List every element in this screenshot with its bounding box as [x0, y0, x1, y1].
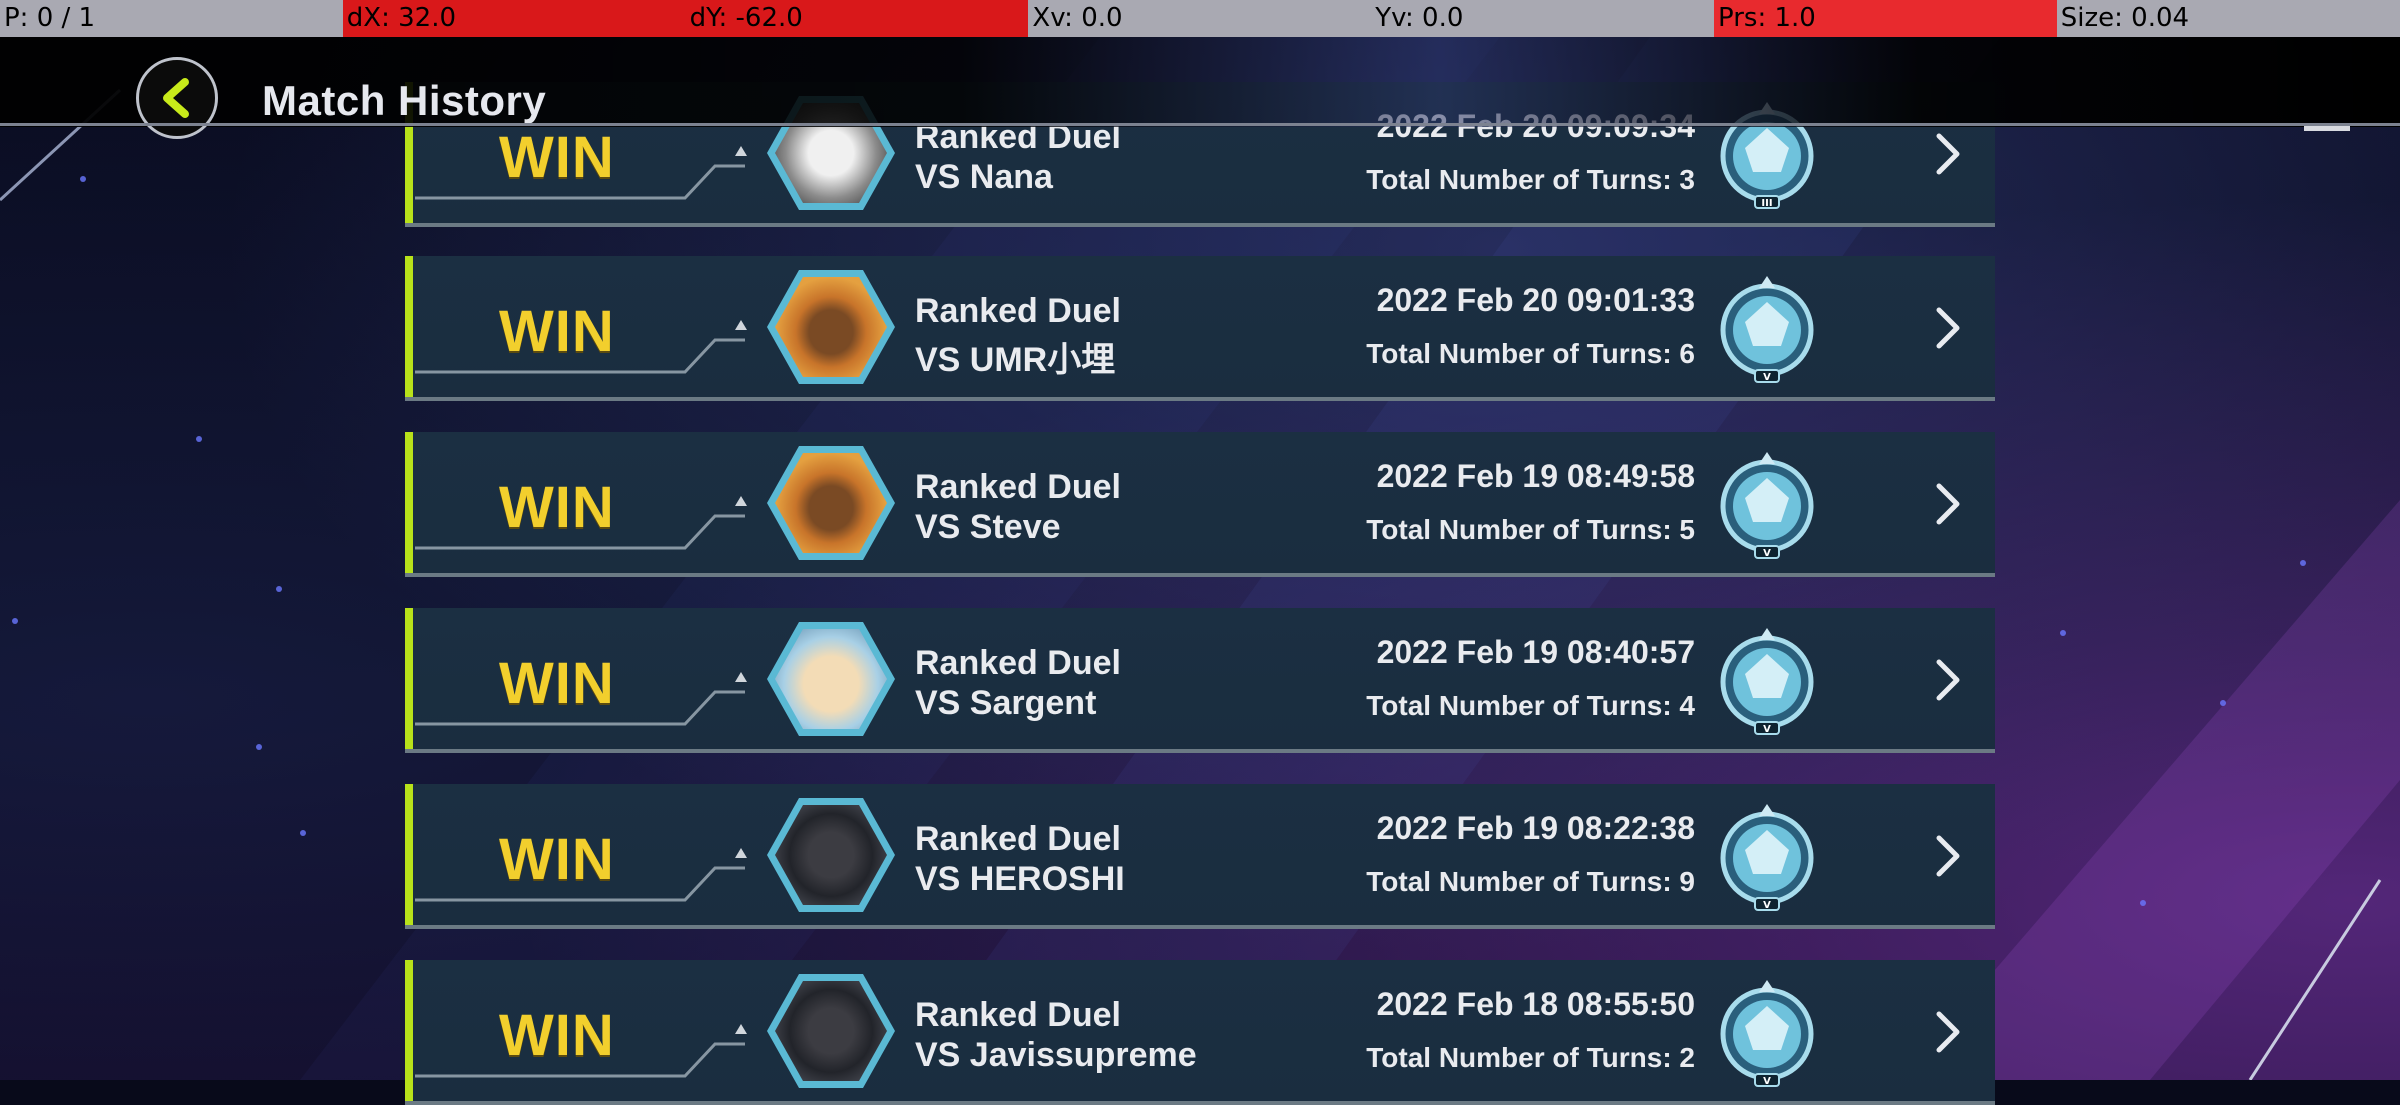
rank-label: V — [1763, 724, 1771, 735]
opponent-name: VS UMR小埋 — [915, 341, 1116, 379]
star — [196, 436, 202, 442]
star — [2300, 560, 2306, 566]
avatar-image — [775, 277, 887, 377]
rank-label: V — [1763, 548, 1771, 559]
match-date: 2022 Feb 18 08:55:50 — [1376, 986, 1695, 1022]
opponent-avatar — [767, 446, 895, 560]
avatar-image — [775, 981, 887, 1081]
match-list: WIN Ranked Duel VS Nana 2022 Feb 20 09:0… — [405, 0, 1995, 1105]
rank-label: III — [1761, 198, 1772, 209]
duel-mode: Ranked Duel — [915, 996, 1121, 1034]
star — [80, 176, 86, 182]
chevron-right-icon — [1936, 1011, 1960, 1053]
overlay-prs: Prs: 1.0 — [1713, 0, 2057, 37]
duel-mode: Ranked Duel — [915, 292, 1121, 330]
overlay-dx: dX: 32.0 — [342, 0, 686, 37]
result-underline-decoration — [415, 496, 747, 550]
turn-count: Total Number of Turns: 3 — [1366, 164, 1695, 195]
result-underline-decoration — [415, 1024, 747, 1078]
opponent-name: VS Sargent — [915, 684, 1097, 722]
star — [300, 830, 306, 836]
avatar-image — [775, 453, 887, 553]
back-button[interactable] — [136, 57, 218, 139]
star — [2140, 900, 2146, 906]
result-underline-decoration — [415, 146, 747, 200]
opponent-avatar — [767, 974, 895, 1088]
opponent-avatar — [767, 270, 895, 384]
opponent-name: VS Nana — [915, 158, 1053, 196]
star — [2060, 630, 2066, 636]
star — [2220, 700, 2226, 706]
turn-count: Total Number of Turns: 6 — [1366, 338, 1695, 369]
duel-mode: Ranked Duel — [915, 644, 1121, 682]
duel-mode: Ranked Duel — [915, 820, 1121, 858]
header-divider — [0, 123, 2400, 126]
star — [256, 744, 262, 750]
chevron-right-icon — [1936, 307, 1960, 349]
match-row[interactable]: WIN Ranked Duel VS UMR小埋 2022 Feb 20 09:… — [405, 256, 1995, 401]
turn-count: Total Number of Turns: 4 — [1366, 690, 1695, 721]
rank-badge-icon: V — [1720, 804, 1814, 911]
turn-count: Total Number of Turns: 9 — [1366, 866, 1695, 897]
overlay-yv: Yv: 0.0 — [1371, 0, 1714, 37]
match-row[interactable]: WIN Ranked Duel VS HEROSHI 2022 Feb 19 0… — [405, 784, 1995, 929]
match-date: 2022 Feb 19 08:40:57 — [1376, 634, 1695, 670]
overlay-dy: dY: -62.0 — [685, 0, 1029, 37]
opponent-name: VS Steve — [915, 508, 1061, 546]
chevron-right-icon — [1936, 835, 1960, 877]
overlay-xv: Xv: 0.0 — [1028, 0, 1372, 37]
star — [12, 618, 18, 624]
result-underline-decoration — [415, 848, 747, 902]
overlay-size: Size: 0.04 — [2056, 0, 2400, 37]
match-row[interactable]: WIN Ranked Duel VS Steve 2022 Feb 19 08:… — [405, 432, 1995, 577]
turn-count: Total Number of Turns: 5 — [1366, 514, 1695, 545]
opponent-name: VS Javissupreme — [915, 1036, 1197, 1074]
duel-mode: Ranked Duel — [915, 468, 1121, 506]
scrollbar-thumb[interactable] — [2304, 126, 2350, 131]
rank-badge-icon: V — [1720, 628, 1814, 735]
chevron-left-icon — [163, 78, 189, 118]
opponent-avatar — [767, 622, 895, 736]
match-row[interactable]: WIN Ranked Duel VS Sargent 2022 Feb 19 0… — [405, 608, 1995, 753]
rank-badge-icon: V — [1720, 276, 1814, 383]
match-date: 2022 Feb 20 09:01:33 — [1376, 282, 1695, 318]
chevron-right-icon — [1936, 483, 1960, 525]
match-date: 2022 Feb 19 08:22:38 — [1376, 810, 1695, 846]
pointer-debug-overlay: P: 0 / 1 dX: 32.0 dY: -62.0 Xv: 0.0 Yv: … — [0, 0, 2400, 37]
chevron-right-icon — [1936, 659, 1960, 701]
overlay-pointer: P: 0 / 1 — [0, 0, 343, 37]
opponent-avatar — [767, 798, 895, 912]
star — [276, 586, 282, 592]
opponent-name: VS HEROSHI — [915, 860, 1125, 898]
result-underline-decoration — [415, 672, 747, 726]
rank-label: V — [1763, 372, 1771, 383]
chevron-right-icon — [1936, 133, 1960, 175]
result-underline-decoration — [415, 320, 747, 374]
avatar-image — [775, 805, 887, 905]
match-row[interactable]: WIN Ranked Duel VS Javissupreme 2022 Feb… — [405, 960, 1995, 1105]
turn-count: Total Number of Turns: 2 — [1366, 1042, 1695, 1073]
rank-label: V — [1763, 1076, 1771, 1087]
rank-label: V — [1763, 900, 1771, 911]
header-bar: Match History — [0, 37, 2400, 139]
rank-badge-icon: V — [1720, 452, 1814, 559]
match-date: 2022 Feb 19 08:49:58 — [1376, 458, 1695, 494]
page-title: Match History — [262, 77, 547, 124]
avatar-image — [775, 629, 887, 729]
rank-badge-icon: V — [1720, 980, 1814, 1087]
